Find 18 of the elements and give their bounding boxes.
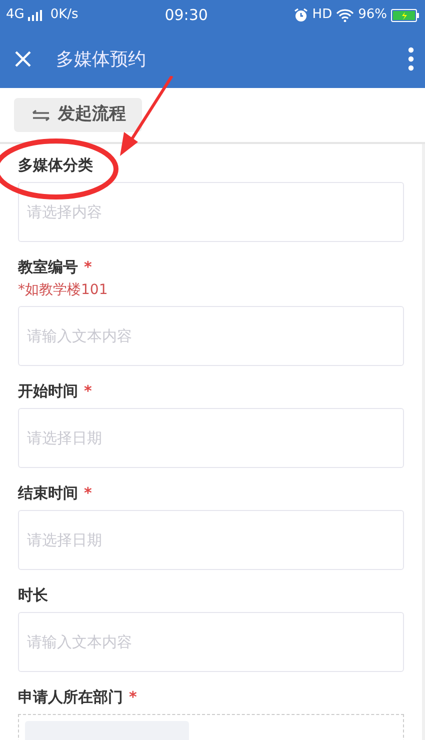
- field-label: 申请人所在部门: [18, 687, 123, 708]
- required-mark: *: [129, 687, 137, 708]
- battery-percent: 96%: [358, 6, 387, 24]
- field-label: 教室编号: [18, 257, 78, 278]
- field-label: 开始时间: [18, 381, 78, 402]
- app-title: 多媒体预约: [56, 48, 147, 72]
- start-flow-button[interactable]: 发起流程: [14, 98, 142, 132]
- network-speed: 0K/s: [50, 6, 78, 24]
- required-mark: *: [84, 483, 92, 504]
- field-hint: *如教学楼101: [18, 281, 109, 300]
- field-label: 时长: [18, 585, 48, 606]
- required-mark: *: [84, 257, 92, 278]
- field-label: 多媒体分类: [18, 155, 93, 176]
- clock-time: 09:30: [164, 6, 208, 24]
- required-mark: *: [84, 381, 92, 402]
- field-label: 结束时间: [18, 483, 78, 504]
- network-type: 4G: [6, 6, 24, 24]
- hd-indicator: HD: [312, 6, 332, 24]
